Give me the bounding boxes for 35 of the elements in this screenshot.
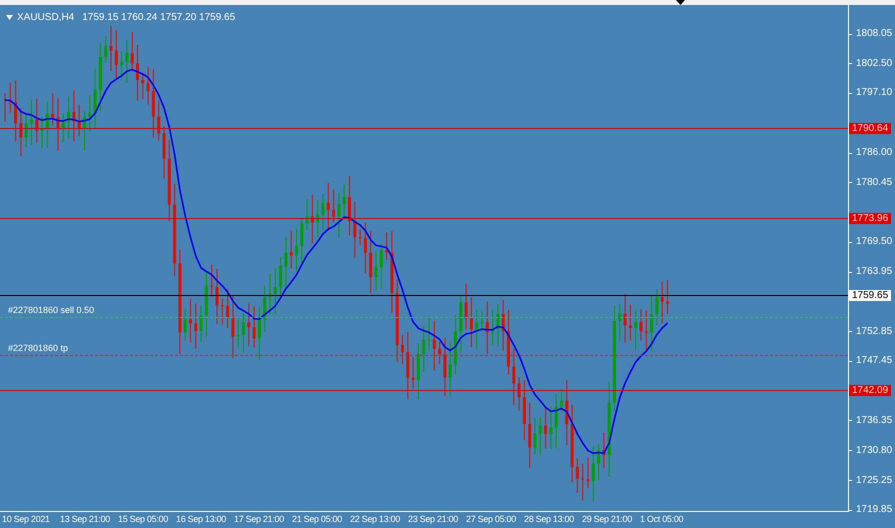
time-tick-label: 10 Sep 2021 — [2, 514, 50, 524]
time-tick-label: 23 Sep 21:00 — [408, 514, 458, 524]
dropdown-icon[interactable] — [6, 15, 13, 20]
price-tick-label: 1725.25 — [856, 474, 892, 487]
price-tick-label: 1780.45 — [856, 176, 892, 189]
time-tick-label: 1 Oct 05:00 — [640, 514, 684, 524]
price-tick-label: 1797.10 — [856, 87, 892, 100]
ohlc-values: 1759.15 1760.24 1757.20 1759.65 — [82, 11, 236, 25]
price-tick-label: 1786.00 — [856, 147, 892, 159]
time-tick-label: 22 Sep 13:00 — [350, 514, 400, 524]
order-label: #227801860 tp — [8, 344, 68, 353]
price-tick-label: 1769.50 — [856, 236, 892, 248]
price-tag: 1759.65 — [849, 290, 892, 302]
price-tag: 1773.96 — [849, 212, 892, 224]
price-tag: 1742.09 — [849, 384, 892, 396]
price-tick-label: 1752.85 — [856, 326, 892, 338]
price-tick-label: 1730.80 — [856, 444, 892, 457]
price-tag: 1790.64 — [849, 122, 892, 134]
price-tick-label: 1763.95 — [856, 266, 892, 278]
time-tick-label: 27 Sep 05:00 — [466, 514, 516, 524]
price-tick-label: 1747.45 — [856, 355, 892, 368]
price-tick-label: 1802.50 — [856, 58, 892, 70]
time-tick-label: 16 Sep 13:00 — [176, 514, 226, 524]
chart-symbol: XAUUSD,H4 — [17, 11, 74, 25]
time-tick-label: 28 Sep 13:00 — [524, 514, 574, 524]
price-tick-label: 1808.05 — [856, 28, 892, 40]
time-tick-label: 29 Sep 21:00 — [582, 514, 632, 524]
time-tick-label: 15 Sep 05:00 — [118, 514, 168, 524]
time-tick-label: 13 Sep 21:00 — [60, 514, 110, 524]
price-tick-label: 1736.35 — [856, 414, 892, 427]
time-tick-label: 21 Sep 05:00 — [292, 514, 342, 524]
scroll-marker-icon — [676, 0, 685, 5]
time-tick-label: 17 Sep 21:00 — [234, 514, 284, 524]
order-label: #227801860 sell 0.50 — [8, 306, 94, 316]
price-tick-label: 1719.85 — [856, 504, 892, 516]
